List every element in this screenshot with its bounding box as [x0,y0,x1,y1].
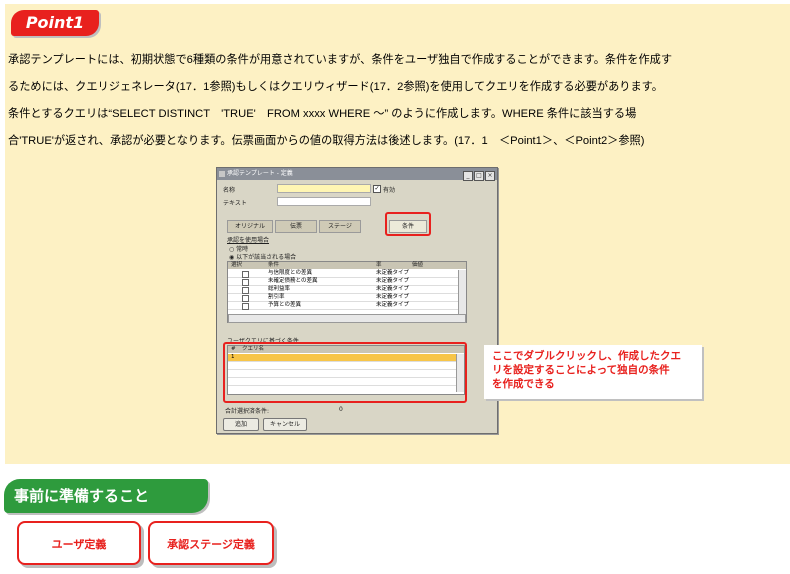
active-label: 有効 [383,187,396,194]
grid-header-condition: 条件 [268,262,280,268]
row-ratio: 未定義タイプ [376,294,410,300]
row-condition: 総利益率 [268,286,291,292]
name-label: 名称 [223,187,236,194]
row-checkbox[interactable] [242,303,249,310]
usage-label: 承認を使用場合 [227,237,270,244]
paragraph-line-1: 承認テンプレートには、初期状態で6種類の条件が用意されていますが、条件をユーザ独… [8,54,673,66]
row-ratio: 未定義タイプ [376,278,410,284]
paragraph-line-3: 条件とするクエリは“SELECT DISTINCT 'TRUE' FROM xx… [8,108,637,120]
grid-header-ratio: 率 [376,262,382,268]
row-checkbox[interactable] [242,271,249,278]
maximize-icon[interactable]: □ [474,171,484,181]
conditions-grid: 選択 条件 率 価値 与信限度との差異 未定義タイプ 未確定債務との差異 未定義… [227,261,467,323]
active-checkbox[interactable]: ✓ [373,185,381,193]
cancel-button[interactable]: キャンセル [263,418,307,431]
window-icon [219,171,225,177]
preparation-badge: 事前に準備すること [4,479,208,513]
row-ratio: 未定義タイプ [376,270,410,276]
table-row[interactable]: 与信限度との差異 未定義タイプ [228,270,458,278]
text-field[interactable] [277,197,371,206]
table-row[interactable]: 予算との差異 未定義タイプ [228,302,458,310]
row-checkbox[interactable] [242,287,249,294]
row-checkbox[interactable] [242,279,249,286]
prep-item-approval-stage[interactable]: 承認ステージ定義 [148,521,274,565]
grid-horizontal-scrollbar[interactable] [228,314,466,323]
table-row[interactable]: 未確定債務との差異 未定義タイプ [228,278,458,286]
row-condition: 予算との差異 [268,302,301,308]
grid-header-value: 価値 [412,262,424,268]
table-row[interactable]: 割引率 未定義タイプ [228,294,458,302]
callout-note: ここでダブルクリックし、作成したクエ リを設定することによって独自の条件 を作成… [484,345,702,399]
paragraph-line-2: るためには、クエリジェネレータ(17．1参照)もしくはクエリウィザード(17．2… [8,81,663,93]
window-title: 承認テンプレート - 定義 [227,170,293,177]
row-condition: 割引率 [268,294,285,300]
callout-note-line-2: リを設定することによって独自の条件 [492,364,670,376]
grid-header: 選択 条件 率 価値 [228,262,466,269]
user-query-highlight [223,342,467,403]
add-button[interactable]: 追加 [223,418,259,431]
radio-when-label: 以下が該当される場合 [236,254,297,261]
point-badge: Point1 [11,10,99,36]
tab-original[interactable]: オリジナル [227,220,273,233]
conditions-tab-highlight [385,212,431,236]
radio-when[interactable]: ◉ 以下が該当される場合 [229,252,296,261]
table-row[interactable]: 総利益率 未定義タイプ [228,286,458,294]
tab-document[interactable]: 伝票 [275,220,317,233]
tab-stage[interactable]: ステージ [319,220,361,233]
name-field[interactable] [277,184,371,193]
row-condition: 未確定債務との差異 [268,278,318,284]
window-controls: _ □ × [462,170,495,182]
close-icon[interactable]: × [485,171,495,181]
row-ratio: 未定義タイプ [376,286,410,292]
callout-note-line-1: ここでダブルクリックし、作成したクエ [492,350,681,362]
paragraph-line-4: 合'TRUE'が返され、承認が必要となります。伝票画面からの値の取得方法は後述し… [8,135,645,147]
prep-item-user-defined[interactable]: ユーザ定義 [17,521,141,565]
window-titlebar: 承認テンプレート - 定義 _ □ × [217,168,497,182]
callout-note-line-3: を作成できる [492,378,555,390]
text-label: テキスト [223,200,247,207]
row-ratio: 未定義タイプ [376,302,410,308]
total-label: 合計選択済条件: [225,408,270,415]
minimize-icon[interactable]: _ [463,171,473,181]
total-value: 0 [339,406,343,413]
row-condition: 与信限度との差異 [268,270,312,276]
grid-vertical-scrollbar[interactable] [458,270,466,314]
row-checkbox[interactable] [242,295,249,302]
grid-header-select: 選択 [231,262,243,268]
